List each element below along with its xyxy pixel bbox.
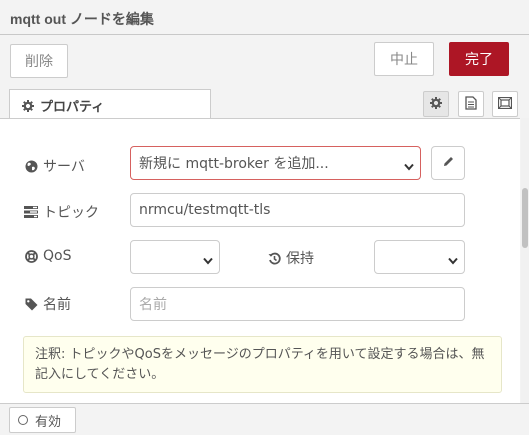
- topic-input-value: nrmcu/testmqtt-tls: [139, 202, 271, 218]
- globe-icon: [24, 159, 38, 173]
- topic-label: トピック: [24, 202, 99, 222]
- dialog-footer: 有効: [0, 403, 529, 435]
- document-icon: [465, 95, 477, 113]
- server-label: サーバ: [24, 156, 85, 176]
- dialog-toolbar: 削除 中止 完了: [0, 36, 529, 86]
- tab-bar: プロパティ: [0, 86, 529, 119]
- chevron-down-icon: [448, 253, 458, 265]
- server-select[interactable]: 新規に mqtt-broker を追加...: [130, 146, 421, 180]
- gear-icon: [430, 96, 442, 112]
- tip-text: 注釈: トピックやQoSをメッセージのプロパティを用いて設定する場合は、無記入に…: [35, 347, 485, 382]
- chevron-down-icon: [203, 253, 213, 265]
- retain-select[interactable]: [374, 240, 465, 274]
- topic-label-text: トピック: [43, 205, 99, 221]
- dialog-title-text: mqtt out ノードを編集: [10, 11, 154, 27]
- tab-properties-label: プロパティ: [40, 100, 105, 115]
- chevron-down-icon: [404, 159, 414, 171]
- frame-icon: [497, 96, 513, 112]
- tasks-icon: [24, 205, 38, 219]
- properties-panel: サーバ 新規に mqtt-broker を追加... トピック nrmcu/te…: [0, 118, 520, 403]
- circle-icon: [18, 415, 28, 425]
- done-button[interactable]: 完了: [449, 42, 509, 76]
- gear-icon: [22, 100, 36, 116]
- history-icon: [267, 251, 281, 265]
- pencil-icon: [443, 155, 454, 171]
- life-ring-icon: [24, 249, 38, 263]
- tip-box: 注釈: トピックやQoSをメッセージのプロパティを用いて設定する場合は、無記入に…: [23, 336, 502, 393]
- cancel-button[interactable]: 中止: [374, 42, 434, 76]
- qos-label: QoS: [24, 248, 71, 264]
- name-label: 名前: [24, 294, 71, 314]
- scrollbar-thumb[interactable]: [522, 188, 528, 248]
- scrollbar[interactable]: [521, 118, 529, 403]
- name-input[interactable]: 名前: [130, 287, 465, 321]
- enabled-toggle[interactable]: 有効: [9, 407, 76, 433]
- tag-icon: [24, 297, 38, 311]
- name-label-text: 名前: [43, 297, 71, 313]
- tab-properties[interactable]: プロパティ: [9, 89, 211, 119]
- qos-label-text: QoS: [43, 248, 72, 264]
- properties-settings-button[interactable]: [423, 91, 449, 117]
- retain-label: 保持: [267, 248, 314, 268]
- edit-server-button[interactable]: [431, 146, 465, 180]
- appearance-button[interactable]: [492, 91, 518, 117]
- topic-input[interactable]: nrmcu/testmqtt-tls: [130, 193, 465, 227]
- retain-label-text: 保持: [286, 251, 314, 267]
- delete-button[interactable]: 削除: [10, 44, 68, 78]
- server-select-value: 新規に mqtt-broker を追加...: [139, 156, 329, 172]
- qos-select[interactable]: [130, 240, 220, 274]
- enabled-label: 有効: [35, 414, 62, 430]
- server-label-text: サーバ: [43, 159, 85, 175]
- description-button[interactable]: [458, 91, 484, 117]
- dialog-title: mqtt out ノードを編集: [0, 0, 529, 35]
- name-input-placeholder: 名前: [139, 297, 167, 313]
